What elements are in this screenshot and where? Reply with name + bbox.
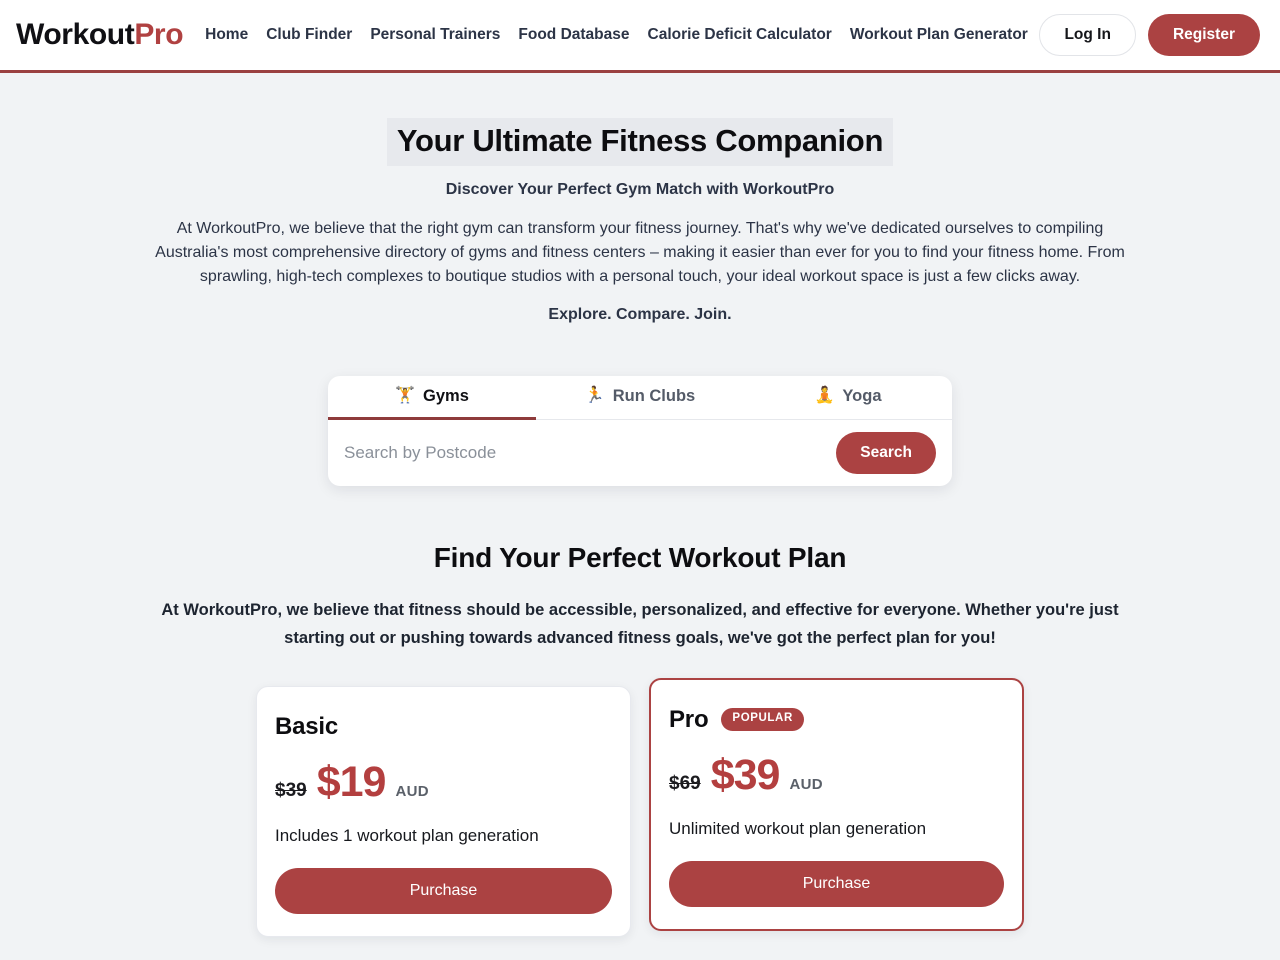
plan-pro-new-price: $39: [710, 750, 781, 799]
hero-tagline: Explore. Compare. Join.: [548, 305, 732, 323]
hero-section: Your Ultimate Fitness Companion Discover…: [0, 73, 1280, 324]
plan-basic-name: Basic: [275, 712, 339, 740]
yoga-icon: 🧘: [814, 387, 835, 405]
tab-run-clubs[interactable]: 🏃 Run Clubs: [536, 376, 744, 420]
main-navigation: Home Club Finder Personal Trainers Food …: [205, 26, 1039, 44]
weightlifter-icon: 🏋️: [395, 387, 416, 405]
plan-pro-name: Pro: [669, 705, 709, 733]
plan-basic-new-price: $19: [316, 757, 387, 806]
brand-accent-text: Pro: [134, 18, 184, 51]
plan-pro-header: Pro POPULAR: [669, 706, 1004, 734]
register-button[interactable]: Register: [1147, 14, 1260, 56]
plan-basic-price-row: $39 $19 AUD: [275, 757, 612, 806]
nav-item-workout-plan-generator[interactable]: Workout Plan Generator: [850, 26, 1028, 44]
hero-subtitle: Discover Your Perfect Gym Match with Wor…: [445, 180, 835, 198]
plan-pro-price-row: $69 $39 AUD: [669, 750, 1004, 799]
tab-gyms[interactable]: 🏋️ Gyms: [328, 376, 536, 420]
brand-primary-text: Workout: [16, 18, 135, 51]
nav-item-home[interactable]: Home: [205, 26, 248, 44]
tab-run-clubs-label: Run Clubs: [612, 386, 696, 405]
gym-search-card: 🏋️ Gyms 🏃 Run Clubs 🧘 Yoga Search: [328, 375, 952, 486]
plan-card-basic: Basic $39 $19 AUD Includes 1 workout pla…: [256, 685, 631, 937]
header-actions: Log In Register: [1039, 14, 1260, 56]
search-tabs: 🏋️ Gyms 🏃 Run Clubs 🧘 Yoga: [328, 376, 952, 420]
plan-basic-description: Includes 1 workout plan generation: [275, 825, 539, 845]
hero-title-wrapper: Your Ultimate Fitness Companion: [0, 118, 1280, 166]
plan-basic-old-price: $39: [275, 779, 307, 801]
login-button[interactable]: Log In: [1039, 14, 1136, 56]
nav-item-food-database[interactable]: Food Database: [518, 26, 629, 44]
plan-pro-currency: AUD: [789, 775, 823, 793]
plan-pro-old-price: $69: [669, 772, 701, 794]
hero-body-text: At WorkoutPro, we believe that the right…: [155, 219, 1125, 286]
nav-item-personal-trainers[interactable]: Personal Trainers: [370, 26, 500, 44]
tab-yoga[interactable]: 🧘 Yoga: [744, 376, 952, 420]
brand-logo[interactable]: WorkoutPro: [16, 18, 184, 52]
plan-pro-description: Unlimited workout plan generation: [669, 818, 927, 838]
plans-heading: Find Your Perfect Workout Plan: [433, 541, 847, 573]
site-header: WorkoutPro Home Club Finder Personal Tra…: [0, 0, 1280, 73]
workout-plans-section: Find Your Perfect Workout Plan At Workou…: [0, 542, 1280, 937]
plan-basic-header: Basic: [275, 713, 612, 741]
plan-cards-container: Basic $39 $19 AUD Includes 1 workout pla…: [0, 677, 1280, 937]
search-row: Search: [328, 420, 952, 486]
postcode-search-input[interactable]: [344, 442, 837, 463]
plans-intro-text: At WorkoutPro, we believe that fitness s…: [161, 600, 1119, 647]
search-button[interactable]: Search: [836, 431, 936, 474]
plan-basic-purchase-button[interactable]: Purchase: [275, 867, 612, 914]
plan-pro-purchase-button[interactable]: Purchase: [669, 860, 1004, 907]
tab-yoga-label: Yoga: [842, 386, 882, 405]
status-badge-popular: POPULAR: [721, 708, 804, 731]
plan-card-pro: Pro POPULAR $69 $39 AUD Unlimited workou…: [649, 677, 1024, 931]
page-title: Your Ultimate Fitness Companion: [386, 118, 894, 166]
runner-icon: 🏃: [584, 387, 605, 405]
tab-gyms-label: Gyms: [423, 386, 469, 405]
plan-basic-currency: AUD: [395, 782, 429, 800]
nav-item-calorie-deficit-calculator[interactable]: Calorie Deficit Calculator: [648, 26, 832, 44]
nav-item-club-finder[interactable]: Club Finder: [266, 26, 352, 44]
